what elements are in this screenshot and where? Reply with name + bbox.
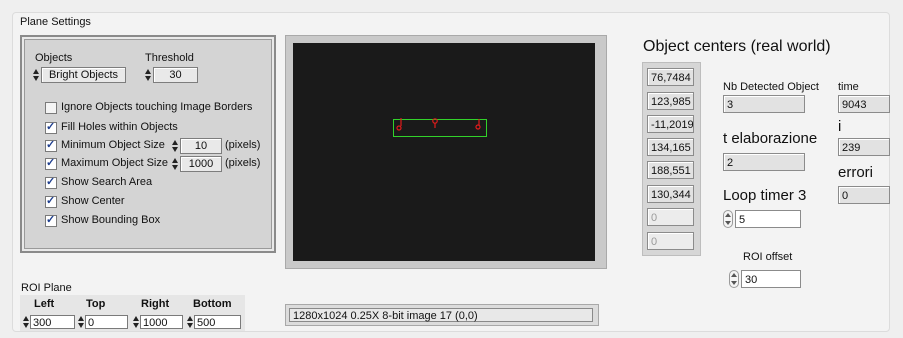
- roi-right-stepper-icon[interactable]: [133, 315, 139, 329]
- object-markers: [396, 118, 481, 131]
- max-size-input[interactable]: 1000: [180, 156, 222, 172]
- min-size-stepper-icon[interactable]: [172, 139, 178, 153]
- max-size-checkbox[interactable]: [45, 156, 57, 170]
- errori-value: 0: [838, 186, 890, 204]
- object-center-value: 123,985: [647, 92, 694, 110]
- show-center-label: Show Center: [61, 195, 125, 207]
- image-status-text: 1280x1024 0.25X 8-bit image 17 (0,0): [289, 308, 593, 322]
- object-center-value: 76,7484: [647, 68, 694, 86]
- loop-timer-stepper-icon[interactable]: [723, 210, 733, 228]
- min-size-checkbox[interactable]: [45, 138, 57, 152]
- object-center-value: 130,344: [647, 185, 694, 203]
- fill-holes-checkbox[interactable]: [45, 120, 57, 134]
- objects-select[interactable]: Bright Objects: [41, 67, 126, 83]
- time-label: time: [838, 81, 859, 93]
- errori-label: errori: [838, 164, 874, 181]
- roi-bottom-header: Bottom: [193, 298, 232, 310]
- roi-plane-title: ROI Plane: [21, 282, 72, 294]
- max-size-stepper-icon[interactable]: [172, 157, 178, 171]
- plane-settings-title: Plane Settings: [20, 16, 91, 28]
- roi-left-input[interactable]: 300: [30, 315, 75, 329]
- show-bounding-box-label: Show Bounding Box: [61, 214, 161, 226]
- object-center-marker-2: [432, 118, 438, 124]
- object-center-value: 134,165: [647, 138, 694, 156]
- roi-top-input[interactable]: 0: [85, 315, 128, 329]
- nb-detected-value: 3: [723, 95, 805, 113]
- object-center-marker-3: [475, 124, 481, 130]
- t-elaborazione-value: 2: [723, 153, 805, 171]
- image-display[interactable]: [293, 43, 595, 261]
- objects-stepper-icon[interactable]: [33, 68, 39, 82]
- threshold-input[interactable]: 30: [153, 67, 198, 83]
- roi-left-stepper-icon[interactable]: [23, 315, 29, 329]
- object-center-marker-1: [396, 125, 402, 131]
- roi-bottom-stepper-icon[interactable]: [187, 315, 193, 329]
- threshold-stepper-icon[interactable]: [145, 68, 151, 82]
- fill-holes-label: Fill Holes within Objects: [61, 121, 178, 133]
- roi-bottom-input[interactable]: 500: [194, 315, 241, 329]
- show-bounding-box-checkbox[interactable]: [45, 213, 57, 227]
- show-center-checkbox[interactable]: [45, 194, 57, 208]
- roi-top-stepper-icon[interactable]: [78, 315, 84, 329]
- show-search-area-label: Show Search Area: [61, 176, 153, 188]
- min-size-unit: (pixels): [225, 139, 261, 151]
- roi-offset-input[interactable]: 30: [741, 270, 801, 288]
- objects-label: Objects: [35, 52, 73, 64]
- show-search-area-checkbox[interactable]: [45, 175, 57, 189]
- time-value: 9043: [838, 95, 890, 113]
- object-center-value: -11,2019: [647, 115, 694, 133]
- max-size-unit: (pixels): [225, 157, 261, 169]
- ignore-border-label: Ignore Objects touching Image Borders: [61, 101, 253, 113]
- nb-detected-label: Nb Detected Object: [723, 81, 819, 93]
- max-size-label: Maximum Object Size: [61, 157, 168, 169]
- roi-offset-label: ROI offset: [743, 251, 793, 263]
- i-value: 239: [838, 138, 890, 156]
- roi-offset-stepper-icon[interactable]: [729, 270, 739, 288]
- i-label: i: [838, 118, 842, 135]
- loop-timer-input[interactable]: 5: [735, 210, 801, 228]
- roi-left-header: Left: [34, 298, 55, 310]
- ignore-border-checkbox[interactable]: [45, 102, 57, 114]
- object-center-value: 0: [647, 208, 694, 226]
- object-center-value: 188,551: [647, 161, 694, 179]
- object-center-value: 0: [647, 232, 694, 250]
- roi-top-header: Top: [86, 298, 106, 310]
- t-elaborazione-label: t elaborazione: [723, 130, 818, 147]
- min-size-label: Minimum Object Size: [61, 139, 165, 151]
- roi-right-input[interactable]: 1000: [140, 315, 183, 329]
- loop-timer-label: Loop timer 3: [723, 187, 807, 204]
- object-centers-title: Object centers (real world): [643, 38, 831, 55]
- threshold-label: Threshold: [145, 52, 194, 64]
- min-size-input[interactable]: 10: [180, 138, 222, 154]
- roi-right-header: Right: [141, 298, 170, 310]
